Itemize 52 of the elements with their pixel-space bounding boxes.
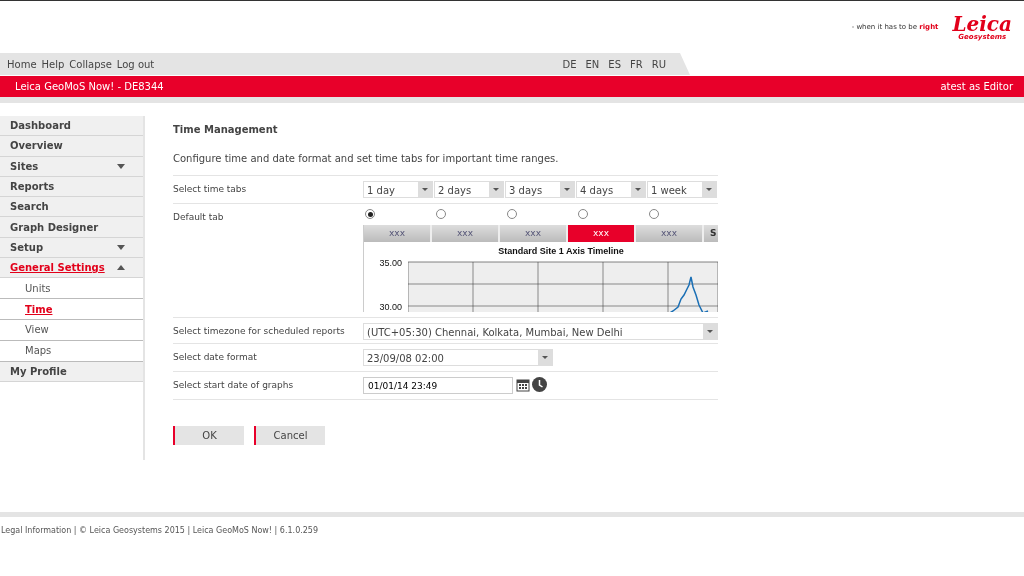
app-title: Leica GeoMoS Now! - DE8344 — [15, 80, 164, 94]
axis-label: 30.00 — [379, 300, 402, 312]
axis-label: 35.00 — [379, 256, 402, 270]
expand-arrow-icon — [117, 244, 125, 250]
sidebar-item[interactable]: Reports — [0, 176, 143, 198]
nav-link[interactable]: Home — [7, 58, 37, 70]
field-label: Select date format — [173, 351, 258, 364]
page-title: Time Management — [173, 123, 279, 137]
language-link[interactable]: ES — [608, 56, 621, 72]
collapse-arrow-icon — [117, 265, 125, 271]
dropdown[interactable]: 1 day — [363, 181, 433, 198]
chart-title: Standard Site 1 Axis Timeline — [497, 245, 625, 258]
chart-tab[interactable]: xxx — [364, 225, 430, 242]
field-label: Select timezone for scheduled reports — [173, 325, 346, 338]
sidebar-item[interactable]: Dashboard — [0, 116, 143, 137]
dropdown[interactable]: 3 days — [505, 181, 575, 198]
date-input[interactable]: 01/01/14 23:49 — [363, 377, 513, 394]
sidebar-item[interactable]: General Settings — [0, 258, 143, 279]
expand-arrow-icon — [117, 163, 125, 169]
footer-text: Legal Information | © Leica Geosystems 2015 | Leica GeoMoS Now! | 6.1.0.259 — [0, 512, 1024, 537]
language-link[interactable]: FR — [630, 56, 643, 72]
field-label: Default tab — [173, 211, 225, 224]
dropdown[interactable]: 23/09/08 02:00 — [363, 349, 553, 366]
nav-link[interactable]: Collapse — [69, 58, 112, 70]
user-label: atest as Editor — [940, 80, 1013, 94]
clock-icon[interactable] — [532, 377, 547, 392]
button[interactable]: OK — [173, 426, 244, 445]
button[interactable]: Cancel — [254, 426, 325, 445]
dropdown[interactable]: 4 days — [576, 181, 646, 198]
chart-tab[interactable]: xxx — [568, 225, 634, 242]
nav-link[interactable]: Help — [41, 58, 65, 70]
sidebar-item[interactable]: Setup — [0, 237, 143, 259]
chart-tab[interactable]: S — [704, 225, 718, 242]
page-description: Configure time and date format and set time tabs for important time ranges. — [173, 152, 560, 166]
nav-link[interactable]: Log out — [116, 58, 155, 70]
sidebar-item[interactable]: Search — [0, 197, 143, 218]
language-link[interactable]: EN — [585, 56, 600, 72]
sidebar-item[interactable]: Overview — [0, 136, 143, 157]
sidebar-item[interactable]: My Profile — [0, 361, 143, 382]
field-label: Select time tabs — [173, 183, 248, 196]
chart-tab[interactable]: xxx — [500, 225, 566, 242]
language-link[interactable]: RU — [651, 56, 666, 72]
sidebar-item[interactable]: Sites — [0, 156, 143, 177]
calendar-icon[interactable] — [516, 378, 530, 392]
dropdown[interactable]: 2 days — [434, 181, 504, 198]
sidebar-item[interactable]: Graph Designer — [0, 217, 143, 238]
field-label: Select start date of graphs — [173, 379, 295, 392]
dropdown[interactable]: 1 week — [647, 181, 717, 198]
chart-tab[interactable]: xxx — [432, 225, 498, 242]
dropdown[interactable]: (UTC+05:30) Chennai, Kolkata, Mumbai, New Delhi — [363, 323, 718, 340]
chart-tab[interactable]: xxx — [636, 225, 702, 242]
language-link[interactable]: DE — [562, 56, 577, 72]
